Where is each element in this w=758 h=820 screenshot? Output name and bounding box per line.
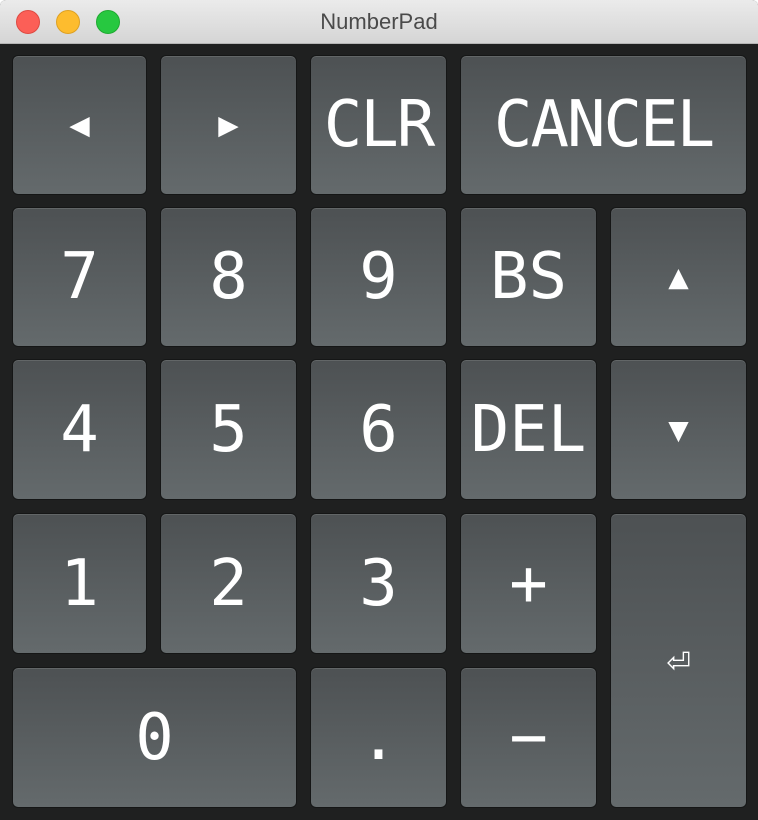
- right-arrow-icon: ▶: [218, 105, 239, 145]
- digit-8-button[interactable]: 8: [160, 207, 297, 347]
- cursor-left-button[interactable]: ◀: [12, 55, 147, 195]
- numberpad-window: NumberPad ◀ ▶ CLR CANCEL 7 8 9 BS ▲ 4 5 …: [0, 0, 758, 820]
- digit-5-label: 5: [209, 392, 248, 467]
- enter-button[interactable]: ⏎: [610, 513, 747, 808]
- digit-7-label: 7: [60, 240, 99, 314]
- digit-4-button[interactable]: 4: [12, 359, 147, 500]
- digit-6-button[interactable]: 6: [310, 359, 447, 500]
- up-arrow-icon: ▲: [668, 257, 689, 297]
- down-arrow-icon: ▼: [668, 409, 689, 450]
- digit-0-button[interactable]: 0: [12, 667, 297, 808]
- digit-9-label: 9: [359, 240, 398, 314]
- left-arrow-icon: ◀: [69, 105, 90, 145]
- plus-button[interactable]: +: [460, 513, 597, 654]
- window-title: NumberPad: [320, 9, 438, 34]
- decimal-point-button[interactable]: .: [310, 667, 447, 808]
- minus-button[interactable]: −: [460, 667, 597, 808]
- cursor-up-button[interactable]: ▲: [610, 207, 747, 347]
- decimal-point-label: .: [359, 700, 398, 775]
- digit-1-label: 1: [60, 546, 99, 621]
- digit-8-label: 8: [209, 240, 248, 314]
- digit-3-button[interactable]: 3: [310, 513, 447, 654]
- clear-button-label: CLR: [323, 88, 436, 162]
- digit-0-label: 0: [135, 700, 174, 775]
- return-icon: ⏎: [666, 637, 691, 684]
- digit-5-button[interactable]: 5: [160, 359, 297, 500]
- keypad: ◀ ▶ CLR CANCEL 7 8 9 BS ▲ 4 5 6 DEL ▼ 1 …: [0, 44, 758, 820]
- digit-4-label: 4: [60, 392, 99, 467]
- digit-7-button[interactable]: 7: [12, 207, 147, 347]
- backspace-button[interactable]: BS: [460, 207, 597, 347]
- minus-label: −: [509, 700, 548, 775]
- title-bar[interactable]: NumberPad: [0, 0, 758, 44]
- cancel-button[interactable]: CANCEL: [460, 55, 747, 195]
- plus-label: +: [509, 546, 548, 621]
- digit-1-button[interactable]: 1: [12, 513, 147, 654]
- digit-6-label: 6: [359, 392, 398, 467]
- digit-2-button[interactable]: 2: [160, 513, 297, 654]
- delete-label: DEL: [470, 392, 587, 467]
- digit-2-label: 2: [209, 546, 248, 621]
- clear-button[interactable]: CLR: [310, 55, 447, 195]
- cursor-right-button[interactable]: ▶: [160, 55, 297, 195]
- delete-button[interactable]: DEL: [460, 359, 597, 500]
- cancel-button-label: CANCEL: [493, 88, 715, 162]
- digit-3-label: 3: [359, 546, 398, 621]
- cursor-down-button[interactable]: ▼: [610, 359, 747, 500]
- backspace-label: BS: [489, 240, 568, 314]
- digit-9-button[interactable]: 9: [310, 207, 447, 347]
